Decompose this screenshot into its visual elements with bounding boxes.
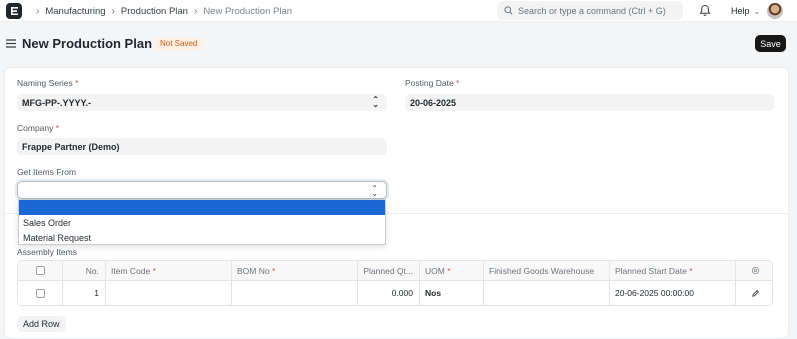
row-no: 1	[63, 281, 106, 305]
assembly-items-label: Assembly Items	[17, 247, 77, 257]
get-items-from-dropdown: Sales Order Material Request	[18, 199, 386, 245]
col-planned-qty: Planned Qt...	[358, 261, 420, 280]
chevron-right-icon: ›	[193, 5, 198, 17]
col-planned-start-date: Planned Start Date *	[610, 261, 736, 280]
naming-series-select[interactable]: MFG-PP-.YYYY.- ⌃ ⌄	[17, 94, 387, 111]
table-header: No. Item Code * BOM No * Planned Qt... U…	[18, 261, 772, 281]
avatar[interactable]	[767, 3, 783, 19]
breadcrumb: › Manufacturing › Production Plan › New …	[30, 0, 292, 22]
settings-icon	[751, 266, 759, 275]
bell-icon[interactable]	[699, 4, 711, 17]
row-planned-start-date[interactable]: 20-06-2025 00:00:00	[610, 281, 736, 305]
company-label: Company *	[17, 123, 60, 133]
row-item-code[interactable]	[106, 281, 232, 305]
select-updown-icon: ⌃ ⌄	[371, 184, 378, 198]
naming-series-label: Naming Series *	[17, 78, 79, 88]
row-edit[interactable]	[736, 281, 772, 305]
breadcrumb-current: New Production Plan	[203, 5, 293, 17]
posting-date-input[interactable]: 20-06-2025	[405, 94, 774, 111]
select-all-cell	[18, 261, 63, 280]
row-checkbox[interactable]	[35, 288, 45, 298]
chevron-right-icon: ›	[111, 5, 115, 17]
help-label: Help	[731, 6, 750, 16]
naming-series-value: MFG-PP-.YYYY.-	[22, 97, 92, 108]
company-value: Frappe Partner (Demo)	[22, 141, 120, 152]
select-updown-icon: ⌃ ⌄	[372, 95, 379, 109]
breadcrumb-production-plan[interactable]: Production Plan	[121, 6, 188, 17]
breadcrumb-manufacturing[interactable]: Manufacturing	[45, 6, 105, 17]
dropdown-option-empty[interactable]	[19, 200, 385, 215]
assembly-items-table: No. Item Code * BOM No * Planned Qt... U…	[17, 260, 773, 306]
chevron-right-icon: ›	[36, 5, 40, 17]
add-row-button[interactable]: Add Row	[17, 316, 66, 332]
page-head: New Production Plan Not Saved Save	[0, 30, 797, 58]
edit-icon	[751, 289, 759, 297]
dropdown-option-sales-order[interactable]: Sales Order	[19, 215, 385, 230]
search-bar[interactable]: Search or type a command (Ctrl + G)	[497, 1, 683, 20]
select-all-checkbox[interactable]	[35, 266, 45, 275]
navbar: › Manufacturing › Production Plan › New …	[0, 0, 797, 22]
column-settings[interactable]	[736, 261, 772, 280]
search-icon	[504, 6, 513, 15]
row-select-cell	[18, 281, 63, 305]
get-items-from-label: Get Items From	[17, 167, 77, 177]
posting-date-value: 20-06-2025	[410, 97, 457, 108]
search-placeholder: Search or type a command (Ctrl + G)	[518, 5, 666, 16]
chevron-down-icon: ⌄	[753, 6, 761, 16]
row-warehouse[interactable]	[484, 281, 610, 305]
dropdown-option-material-request[interactable]: Material Request	[19, 230, 385, 245]
col-item-code: Item Code *	[106, 261, 232, 280]
col-uom: UOM *	[420, 261, 484, 280]
hamburger-icon[interactable]	[6, 39, 16, 48]
form-card: Naming Series * MFG-PP-.YYYY.- ⌃ ⌄ Postin…	[4, 67, 790, 339]
help-menu[interactable]: Help ⌄	[731, 0, 760, 22]
col-no: No.	[63, 261, 106, 280]
page-title: New Production Plan	[22, 36, 153, 51]
row-uom[interactable]: Nos	[420, 281, 484, 305]
posting-date-label: Posting Date *	[405, 78, 460, 88]
save-button[interactable]: Save	[755, 35, 786, 52]
row-bom-no[interactable]	[232, 281, 358, 305]
status-badge: Not Saved	[155, 37, 203, 50]
company-input[interactable]: Frappe Partner (Demo)	[17, 138, 387, 155]
table-row[interactable]: 1 0.000 Nos 20-06-2025 00:00:00	[18, 281, 772, 305]
get-items-from-select[interactable]: ⌃ ⌄	[17, 181, 387, 199]
col-bom-no: BOM No *	[232, 261, 358, 280]
row-planned-qty[interactable]: 0.000	[358, 281, 420, 305]
app-logo[interactable]	[6, 3, 22, 19]
col-finished-goods-warehouse: Finished Goods Warehouse	[484, 261, 610, 280]
